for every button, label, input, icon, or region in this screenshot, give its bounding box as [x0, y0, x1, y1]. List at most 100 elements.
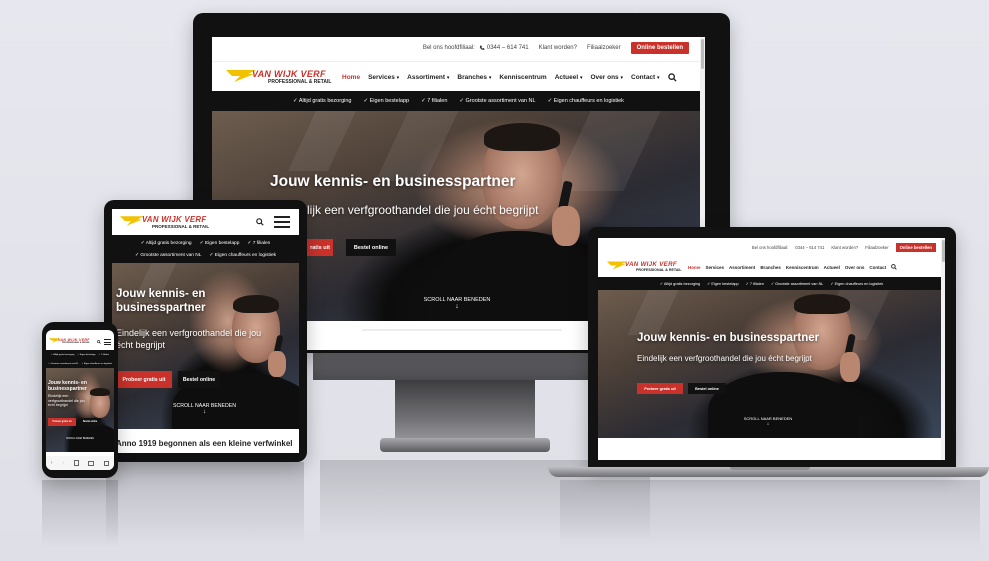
- nav-assortiment[interactable]: Assortiment: [729, 265, 755, 270]
- topbar-phone[interactable]: 0344 – 614 741: [795, 245, 824, 250]
- topbar-phone[interactable]: 0344 – 614 741: [479, 45, 529, 51]
- topbar-filiaalzoeker-link[interactable]: Filiaalzoeker: [587, 45, 621, 51]
- site-logo[interactable]: VAN WIJK VERF PROFESSIONAL & RETAIL: [226, 69, 338, 87]
- nav-over-ons[interactable]: Over ons ▾: [591, 74, 624, 81]
- usp-item: ✓ 7 filialen: [421, 98, 448, 104]
- hero-subtitle: lijk een verfgroothandel die jou écht be…: [307, 203, 539, 217]
- nav-contact[interactable]: Contact: [869, 265, 886, 270]
- usp-item: ✓ Eigen bestelapp: [77, 354, 96, 357]
- topbar-filiaalzoeker-link[interactable]: Filiaalzoeker: [865, 245, 889, 250]
- laptop-nav-items: Home Services Assortiment Branches Kenni…: [688, 257, 897, 277]
- usp-item: ✓ 7 filialen: [745, 282, 764, 286]
- usp-item: ✓ Grootste assortiment van NL: [770, 282, 824, 286]
- nav-actueel[interactable]: Actueel ▾: [555, 74, 583, 81]
- usp-item: ✓ Eigen chauffeurs en logistiek: [547, 98, 624, 104]
- logo-line2: PROFESSIONAL & RETAIL: [62, 342, 90, 344]
- logo-line1: VAN WIJK VERF: [252, 69, 326, 79]
- phone-navbar: VAN WIJK VERF PROFESSIONAL & RETAIL: [46, 334, 114, 350]
- site-logo[interactable]: VAN WIJK VERF PROFESSIONAL & RETAIL: [49, 338, 95, 348]
- scroll-down-indicator[interactable]: SCROLL NAAR BENEDEN ↓: [162, 403, 247, 415]
- bookmarks-icon[interactable]: [88, 460, 95, 466]
- scroll-down-indicator[interactable]: SCROLL NAAR BENEDEN ↓: [728, 416, 808, 427]
- logo-line1: VAN WIJK VERF: [142, 215, 207, 224]
- hero-subtitle: Eindelijk een verfgroothandel die jou éc…: [48, 394, 85, 407]
- nav-over-ons[interactable]: Over ons: [845, 265, 865, 270]
- arrow-down-icon: ↓: [455, 303, 459, 310]
- desktop-navbar: VAN WIJK VERF PROFESSIONAL & RETAIL Home…: [212, 61, 705, 92]
- site-logo[interactable]: VAN WIJK VERF PROFESSIONAL & RETAIL: [607, 261, 687, 274]
- probeer-gratis-button[interactable]: Probeer gratis uit: [637, 383, 683, 394]
- usp-item: ✓ Altijd gratis bezorging: [140, 240, 192, 246]
- logo-line2: PROFESSIONAL & RETAIL: [636, 268, 682, 272]
- hero-subtitle: Eindelijk een verfgroothandel die jou éc…: [637, 354, 812, 363]
- logo-bolt-icon: [120, 216, 144, 226]
- nav-branches[interactable]: Branches: [760, 265, 781, 270]
- laptop-screen: Bel ons hoofdfiliaal: 0344 – 614 741 Kla…: [598, 238, 945, 460]
- bestel-online-button[interactable]: Bestel online: [688, 383, 726, 394]
- hamburger-menu-icon[interactable]: [104, 339, 111, 345]
- online-bestellen-button[interactable]: Online bestellen: [895, 242, 936, 252]
- nav-branches[interactable]: Branches ▾: [457, 74, 491, 81]
- hero-title: Jouw kennis- en businesspartner: [637, 332, 820, 344]
- logo-line2: PROFESSIONAL & RETAIL: [268, 79, 332, 85]
- usp-item: ✓ 7 filialen: [247, 240, 271, 246]
- tablet-reflection: [106, 462, 304, 561]
- usp-item: ✓ Grootste assortiment van NL: [48, 362, 79, 365]
- share-icon[interactable]: [73, 460, 79, 466]
- online-bestellen-button[interactable]: Online bestellen: [630, 42, 689, 54]
- arrow-down-icon: ↓: [203, 409, 206, 415]
- forward-icon[interactable]: ›: [62, 460, 64, 466]
- chevron-down-icon: ▾: [488, 74, 492, 81]
- probeer-gratis-button[interactable]: Probeer gratis uit: [48, 418, 76, 426]
- usp-item: ✓ Altijd gratis bezorging: [659, 282, 701, 286]
- usp-item: ✓ Eigen chauffeurs en logistiek: [830, 282, 884, 286]
- topbar-phone-prefix: Bel ons hoofdfiliaal:: [751, 244, 789, 250]
- tablet-navbar: VAN WIJK VERF PROFESSIONAL & RETAIL: [112, 209, 299, 235]
- tablet-hero: Jouw kennis- en businesspartner Eindelij…: [112, 263, 299, 429]
- back-icon[interactable]: ‹: [51, 460, 53, 466]
- nav-contact[interactable]: Contact ▾: [631, 74, 660, 81]
- search-icon[interactable]: [891, 264, 897, 270]
- desktop-topbar: Bel ons hoofdfiliaal: 0344 – 614 741 Kla…: [212, 37, 705, 59]
- nav-services[interactable]: Services: [706, 265, 725, 270]
- topbar-phone-number: 0344 – 614 741: [486, 45, 529, 51]
- logo-line1: VAN WIJK VERF: [625, 261, 677, 268]
- search-icon[interactable]: [256, 218, 264, 226]
- bestel-online-button[interactable]: Bestel online: [79, 418, 101, 426]
- phone-hero: Jouw kennis- en businesspartner Eindelij…: [46, 368, 114, 452]
- probeer-gratis-button[interactable]: ratis uit: [307, 239, 333, 256]
- tabs-icon[interactable]: [104, 460, 110, 466]
- search-icon[interactable]: [97, 340, 101, 344]
- nav-assortiment[interactable]: Assortiment ▾: [407, 74, 449, 81]
- search-icon[interactable]: [667, 72, 677, 82]
- nav-kenniscentrum[interactable]: Kenniscentrum: [786, 265, 819, 270]
- topbar-klant-worden-link[interactable]: Klant worden?: [539, 45, 577, 51]
- bestel-online-button[interactable]: Bestel online: [178, 371, 220, 388]
- bestel-online-button[interactable]: Bestel online: [346, 239, 396, 256]
- topbar-phone-prefix: Bel ons hoofdfiliaal:: [422, 45, 475, 51]
- hamburger-menu-icon[interactable]: [274, 216, 290, 228]
- nav-kenniscentrum[interactable]: Kenniscentrum: [499, 74, 546, 81]
- phone-reflection: [42, 480, 118, 561]
- phone-usp-bar: ✓ Altijd gratis bezorging ✓ Eigen bestel…: [46, 350, 114, 368]
- laptop-topbar: Bel ons hoofdfiliaal: 0344 – 614 741 Kla…: [598, 238, 945, 256]
- scroll-down-indicator[interactable]: SCROLL NAAR BENEDEN ↓: [412, 297, 502, 310]
- nav-home[interactable]: Home: [688, 265, 701, 270]
- laptop-scrollbar[interactable]: [941, 238, 945, 460]
- hero-title: Jouw kennis- en businesspartner: [48, 380, 87, 392]
- nav-services[interactable]: Services ▾: [368, 74, 399, 81]
- arrow-down-icon: ↓: [766, 421, 770, 427]
- desktop-stand-base: [380, 438, 550, 452]
- nav-home[interactable]: Home: [342, 74, 360, 81]
- desktop-stand-neck: [395, 378, 535, 443]
- nav-actueel[interactable]: Actueel: [824, 265, 840, 270]
- tablet-screen: VAN WIJK VERF PROFESSIONAL & RETAIL ✓ Al…: [112, 209, 299, 453]
- chevron-down-icon: ▾: [620, 74, 624, 81]
- scroll-down-indicator[interactable]: SCROLL NAAR BENEDEN: [58, 438, 102, 440]
- hero-title: Jouw kennis- en businesspartner: [270, 173, 516, 190]
- site-logo[interactable]: VAN WIJK VERF PROFESSIONAL & RETAIL: [120, 215, 220, 231]
- usp-item: ✓ Altijd gratis bezorging: [51, 354, 75, 357]
- topbar-klant-worden-link[interactable]: Klant worden?: [831, 245, 858, 250]
- probeer-gratis-button[interactable]: Probeer gratis uit: [116, 371, 172, 388]
- tablet-content-area: Anno 1919 begonnen als een kleine verfwi…: [112, 429, 299, 453]
